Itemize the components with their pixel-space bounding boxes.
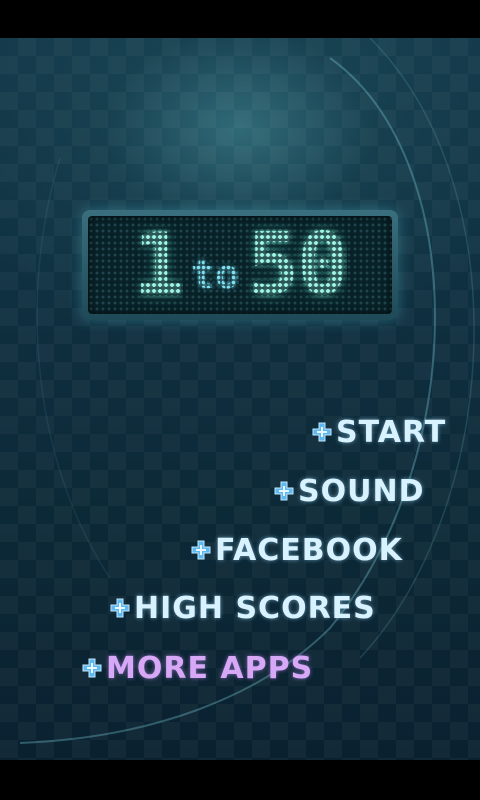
plus-bullet-icon: [274, 481, 294, 501]
plus-bullet-icon: [82, 658, 102, 678]
facebook-label: FACEBOOK: [215, 532, 403, 568]
led-panel: 1 to 50: [88, 216, 392, 314]
high-scores-label: HIGH SCORES: [134, 590, 376, 626]
status-bar: [0, 0, 480, 38]
facebook-button[interactable]: FACEBOOK: [191, 532, 403, 568]
logo-number-one: 1: [133, 216, 185, 314]
sound-label: SOUND: [298, 473, 425, 509]
game-screen: 1 to 50 START SOUND FACEBOOK HIGH SCORES…: [0, 0, 480, 800]
start-label: START: [336, 414, 447, 450]
start-button[interactable]: START: [312, 414, 446, 450]
plus-bullet-icon: [110, 598, 130, 618]
plus-bullet-icon: [191, 540, 211, 560]
plus-bullet-icon: [312, 422, 332, 442]
logo-connector: to: [191, 252, 240, 298]
more-apps-button[interactable]: MORE APPS: [82, 650, 313, 686]
bottom-bar: [0, 760, 480, 800]
high-scores-button[interactable]: HIGH SCORES: [110, 590, 376, 626]
game-logo: 1 to 50: [82, 210, 398, 320]
logo-number-two: 50: [247, 216, 349, 314]
logo-text: 1 to 50: [88, 216, 392, 314]
sound-button[interactable]: SOUND: [274, 473, 424, 509]
more-apps-label: MORE APPS: [106, 650, 314, 686]
